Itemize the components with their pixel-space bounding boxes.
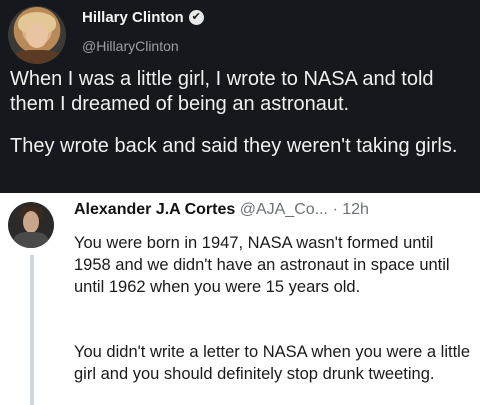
reply-author-handle[interactable]: @AJA_Co...: [240, 201, 328, 218]
tweet-author-name-text: Hillary Clinton: [82, 9, 184, 26]
original-tweet: Hillary Clinton ✔ @HillaryClinton When I…: [0, 0, 480, 193]
avatar-face: [23, 211, 39, 233]
verified-badge-icon: ✔: [188, 10, 204, 25]
thread-connector-line: [30, 255, 34, 405]
avatar-coat: [12, 50, 62, 64]
avatar-body: [14, 232, 48, 248]
reply-timestamp[interactable]: 12h: [342, 201, 369, 218]
tweet-text-paragraph-1: When I was a little girl, I wrote to NAS…: [10, 68, 434, 115]
reply-text-paragraph-2: You didn't write a letter to NASA when y…: [74, 343, 471, 383]
tweet-author-handle[interactable]: @HillaryClinton: [82, 38, 179, 54]
reply-tweet: Alexander J.A Cortes @AJA_Co... · 12h Yo…: [0, 193, 480, 405]
hillary-clinton-avatar[interactable]: [8, 6, 66, 64]
reply-text-paragraph-1: You were born in 1947, NASA wasn't forme…: [74, 234, 450, 296]
tweet-author-name[interactable]: Hillary Clinton ✔: [82, 9, 204, 26]
reply-author-name[interactable]: Alexander J.A Cortes: [74, 201, 235, 218]
alexander-cortes-avatar[interactable]: [8, 202, 54, 248]
avatar-face: [26, 22, 48, 48]
reply-separator: ·: [332, 201, 338, 218]
reply-header: Alexander J.A Cortes @AJA_Co... · 12h: [74, 201, 369, 219]
tweet-text-paragraph-2: They wrote back and said they weren't ta…: [10, 135, 458, 157]
